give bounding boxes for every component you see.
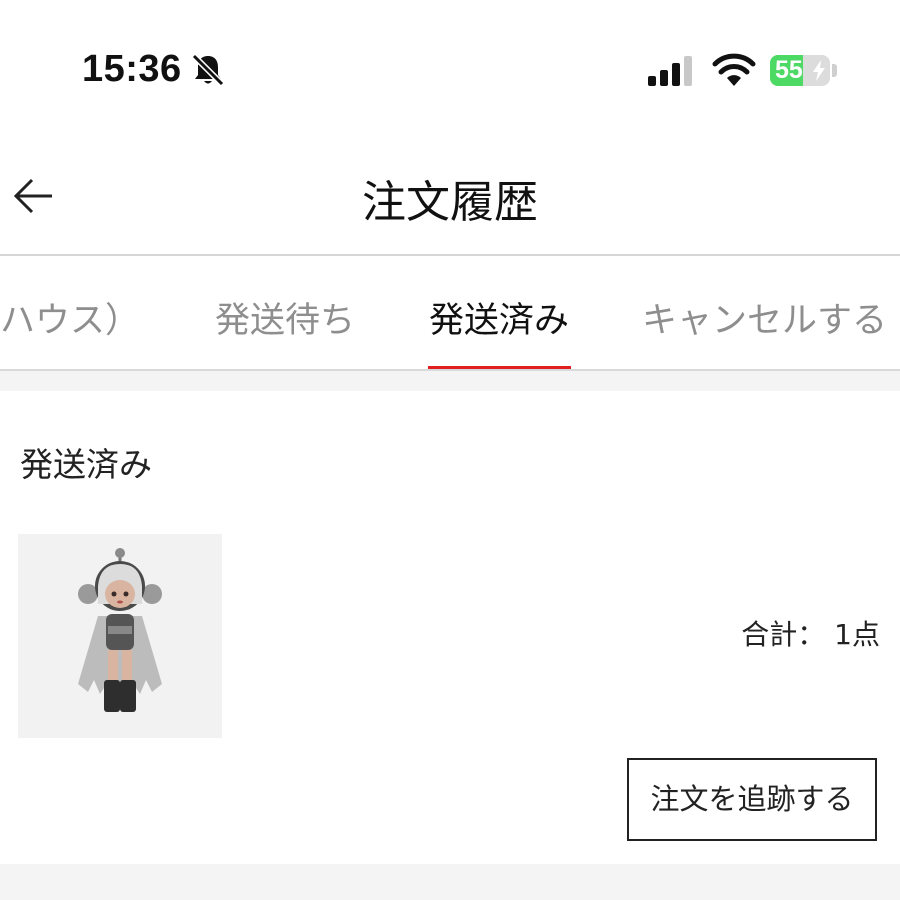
wifi-icon (712, 53, 756, 86)
battery-percent: 55 (775, 56, 803, 84)
track-order-button[interactable]: 注文を追跡する (627, 758, 877, 841)
order-total: 合計： 1点 (741, 618, 880, 651)
status-bar: 15:36 55 (0, 0, 900, 140)
nav-header: 注文履歴 (0, 140, 900, 254)
tab-warehouse[interactable]: ハウス） (0, 296, 140, 346)
status-time: 15:36 (82, 48, 182, 90)
page-title: 注文履歴 (362, 177, 538, 228)
bell-off-icon (191, 53, 225, 87)
battery-indicator: 55 (770, 55, 830, 86)
order-status-label: 発送済み (20, 445, 152, 484)
bottom-separator (0, 864, 900, 900)
order-card: 発送済み 合計： 1点 注文を追跡する (0, 391, 900, 864)
battery-charging-icon (813, 60, 825, 81)
tab-cancel[interactable]: キャンセルする (642, 296, 887, 346)
tab-awaiting-shipment[interactable]: 発送待ち (215, 296, 355, 346)
tab-shipped[interactable]: 発送済み (429, 296, 569, 346)
section-separator (0, 371, 900, 391)
cellular-signal-icon (648, 56, 692, 86)
product-image[interactable] (18, 534, 222, 738)
order-status-tabs: ハウス） 発送待ち 発送済み キャンセルする (0, 256, 900, 371)
battery-cap (832, 64, 837, 77)
order-history-screen: 15:36 55 注文履歴 ハウス） 発送待ち 発送済み キャンセルする 発送済… (0, 0, 900, 900)
